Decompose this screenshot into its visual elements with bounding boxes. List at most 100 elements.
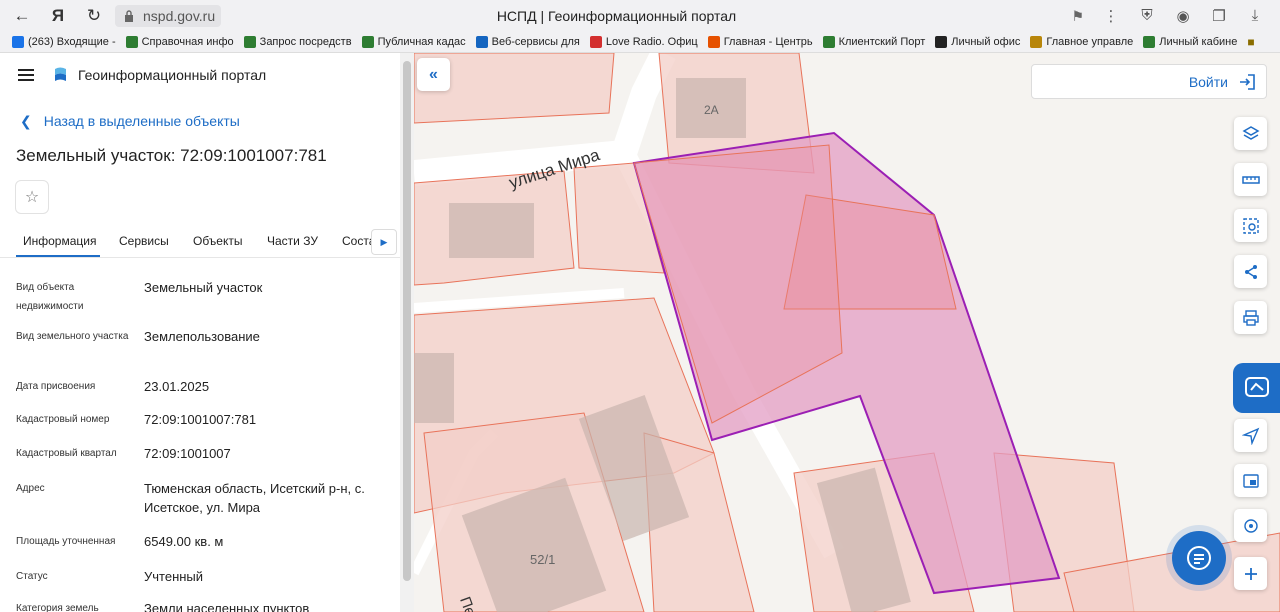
field-key: Адрес bbox=[16, 483, 45, 494]
geolocation-button[interactable] bbox=[1234, 419, 1267, 452]
grid-icon bbox=[475, 35, 488, 48]
tab-objects[interactable]: Объекты bbox=[193, 234, 243, 248]
bookmark-label: Личный кабине bbox=[1159, 35, 1238, 48]
field-key: Вид объекта недвижимости bbox=[16, 282, 84, 312]
portal-logo-icon bbox=[55, 67, 66, 81]
extension-icon[interactable]: ◉ bbox=[1168, 4, 1198, 28]
bookmark-label: Главное управле bbox=[1046, 35, 1134, 48]
bookmark-label: Главная - Центрь bbox=[723, 35, 813, 48]
minimap-button[interactable] bbox=[1234, 464, 1267, 497]
services-side-tab[interactable] bbox=[1233, 363, 1280, 413]
login-button[interactable]: Войти bbox=[1031, 64, 1267, 99]
reload-icon[interactable]: ↻ bbox=[76, 0, 112, 31]
field-key: Категория земель bbox=[16, 603, 99, 612]
login-label: Войти bbox=[1188, 74, 1228, 90]
layers-button[interactable] bbox=[1234, 117, 1267, 150]
bookmark-item[interactable]: Личный кабине bbox=[1143, 35, 1238, 48]
shield-icon[interactable]: ⛨ bbox=[1132, 4, 1162, 28]
building bbox=[449, 203, 534, 258]
back-arrow-icon[interactable]: ← bbox=[4, 0, 40, 31]
panel-scrollbar[interactable] bbox=[400, 53, 414, 612]
doc-icon bbox=[125, 35, 138, 48]
bookmark-item[interactable]: Love Radio. Офиц bbox=[589, 35, 698, 48]
bookmark-label: Клиентский Порт bbox=[838, 35, 926, 48]
back-to-selection-link[interactable]: ❮ Назад в выделенные объекты bbox=[20, 113, 240, 130]
minimap-icon bbox=[1242, 473, 1259, 488]
building-label-2a: 2А bbox=[704, 103, 719, 117]
emblem-icon bbox=[1030, 35, 1043, 48]
chevron-right-icon: ▶ bbox=[380, 236, 388, 247]
chat-button[interactable] bbox=[1172, 531, 1226, 585]
print-button[interactable] bbox=[1234, 301, 1267, 334]
zoom-in-button[interactable] bbox=[1234, 557, 1267, 590]
tab-services[interactable]: Сервисы bbox=[119, 234, 169, 248]
address-bar[interactable]: nspd.gov.ru НСПД | Геоинформационный пор… bbox=[115, 5, 1118, 27]
bookmark-item[interactable]: (263) Входящие - bbox=[12, 35, 116, 48]
collections-icon[interactable]: ❐ bbox=[1204, 4, 1234, 28]
share-button[interactable] bbox=[1234, 255, 1267, 288]
scrollbar-thumb[interactable] bbox=[403, 61, 411, 581]
field-key: Вид земельного участка bbox=[16, 331, 129, 342]
bookmark-item[interactable]: Запрос посредств bbox=[243, 35, 352, 48]
tab-info[interactable]: Информация bbox=[23, 234, 96, 248]
bookmark-label: Справочная инфо bbox=[141, 35, 234, 48]
bookmarks-bar: (263) Входящие - Справочная инфо Запрос по… bbox=[0, 31, 1280, 53]
doc-icon bbox=[243, 35, 256, 48]
bookmark-item[interactable]: Личный офис bbox=[935, 35, 1020, 48]
select-area-button[interactable] bbox=[1234, 209, 1267, 242]
nl-icon bbox=[935, 35, 948, 48]
bookmark-item[interactable]: Справочная инфо bbox=[125, 35, 234, 48]
portal-title: Геоинформационный портал bbox=[78, 67, 267, 83]
map-canvas[interactable]: улица Мира 2А 52/1 Пер bbox=[414, 53, 1280, 612]
flame-icon bbox=[707, 35, 720, 48]
bookmark-item[interactable]: Публичная кадас bbox=[361, 35, 466, 48]
bookmark-label: Запрос посредств bbox=[259, 35, 352, 48]
tab-parts[interactable]: Части ЗУ bbox=[267, 234, 318, 248]
bookmark-label: (263) Входящие - bbox=[28, 35, 116, 48]
field-value: Тюменская область, Исетский р-н, с. Исет… bbox=[144, 481, 365, 515]
field-value: Земельный участок bbox=[144, 280, 263, 295]
location-search-icon bbox=[1243, 518, 1258, 533]
bookmark-item[interactable]: Главная - Центрь bbox=[707, 35, 813, 48]
field-value: 23.01.2025 bbox=[144, 379, 210, 394]
menu-icon[interactable] bbox=[18, 69, 34, 81]
select-area-icon bbox=[1242, 217, 1259, 234]
bookmark-label: Публичная кадас bbox=[377, 35, 466, 48]
field-key: Дата присвоения bbox=[16, 381, 96, 392]
browser-toolbar: ← Я ↻ nspd.gov.ru НСПД | Геоинформационн… bbox=[0, 0, 1280, 31]
gov-icon bbox=[361, 35, 374, 48]
gov-icon bbox=[1143, 35, 1156, 48]
bookmark-flag-icon[interactable]: ⚑ bbox=[1071, 8, 1084, 25]
layers-icon bbox=[1241, 125, 1260, 140]
plus-icon bbox=[1244, 567, 1257, 580]
tabs-scroll-right-button[interactable]: ▶ bbox=[371, 229, 397, 255]
bookmark-item[interactable]: Главное управле bbox=[1030, 35, 1134, 48]
collapse-panel-button[interactable]: « bbox=[417, 58, 450, 91]
globe-icon bbox=[822, 35, 835, 48]
back-label: Назад в выделенные объекты bbox=[43, 113, 240, 129]
download-icon[interactable]: ⤓ bbox=[1240, 4, 1270, 28]
navigation-arrow-icon bbox=[1241, 427, 1259, 445]
favorite-button[interactable]: ☆ bbox=[15, 180, 49, 214]
field-key: Кадастровый номер bbox=[16, 414, 110, 425]
chat-icon bbox=[1187, 546, 1211, 570]
star-icon: ☆ bbox=[24, 189, 40, 206]
search-location-button[interactable] bbox=[1234, 509, 1267, 542]
field-value: 6549.00 кв. м bbox=[144, 534, 224, 549]
field-value: 72:09:1001007:781 bbox=[144, 412, 257, 427]
more-icon[interactable]: ⋮ bbox=[1096, 4, 1126, 28]
yandex-icon[interactable]: Я bbox=[40, 0, 76, 31]
bookmark-item[interactable]: Веб-сервисы для bbox=[475, 35, 580, 48]
ruler-button[interactable] bbox=[1234, 163, 1267, 196]
tab-bar: Информация Сервисы Объекты Части ЗУ Сост… bbox=[0, 228, 400, 258]
active-tab-indicator bbox=[16, 255, 100, 257]
ruler-icon bbox=[1241, 175, 1260, 184]
tab-title: НСПД | Геоинформационный портал bbox=[496, 8, 737, 24]
bookmarks-overflow-icon[interactable]: ■ bbox=[1247, 35, 1254, 49]
bookmark-item[interactable]: Клиентский Порт bbox=[822, 35, 926, 48]
building bbox=[414, 353, 454, 423]
field-value: 72:09:1001007 bbox=[144, 446, 231, 461]
info-panel: Геоинформационный портал ❮ Назад в выделе… bbox=[0, 53, 400, 612]
print-icon bbox=[1242, 309, 1259, 326]
field-value: Земли населенных пунктов bbox=[144, 601, 310, 612]
